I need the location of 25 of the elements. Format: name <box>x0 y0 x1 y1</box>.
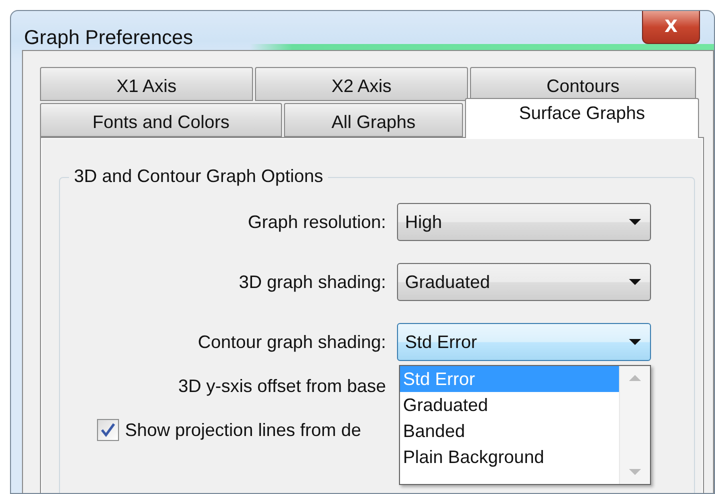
dropdown[interactable]: High <box>397 203 651 241</box>
window-title: Graph Preferences <box>24 27 193 50</box>
field-label: Graph resolution: <box>246 212 386 232</box>
caret-icon <box>628 278 642 286</box>
close-button[interactable]: X <box>642 11 700 44</box>
checkbox-label: Show projection lines from de <box>125 420 362 440</box>
field-label: Contour graph shading: <box>196 332 386 352</box>
scrollbar[interactable] <box>619 366 650 484</box>
tab[interactable]: X2 Axis <box>255 67 468 101</box>
tab[interactable]: X1 Axis <box>40 67 253 101</box>
scroll-down-icon[interactable] <box>628 468 642 476</box>
tab[interactable]: Contours <box>470 67 696 101</box>
field-label: 3D y-sxis offset from base <box>177 376 386 396</box>
caret-icon <box>628 338 642 346</box>
tab[interactable]: Surface Graphs <box>465 98 699 138</box>
checkbox[interactable] <box>97 419 119 441</box>
caret-icon <box>628 218 642 226</box>
group-title: 3D and Contour Graph Options <box>69 166 328 187</box>
tab[interactable]: All Graphs <box>284 103 463 137</box>
field-label: 3D graph shading: <box>238 272 386 292</box>
tab[interactable]: Fonts and Colors <box>40 103 282 137</box>
dropdown[interactable]: Std Error <box>397 323 651 361</box>
scroll-up-icon[interactable] <box>628 374 642 382</box>
dropdown[interactable]: Graduated <box>397 263 651 301</box>
checkmark-icon <box>100 422 116 438</box>
